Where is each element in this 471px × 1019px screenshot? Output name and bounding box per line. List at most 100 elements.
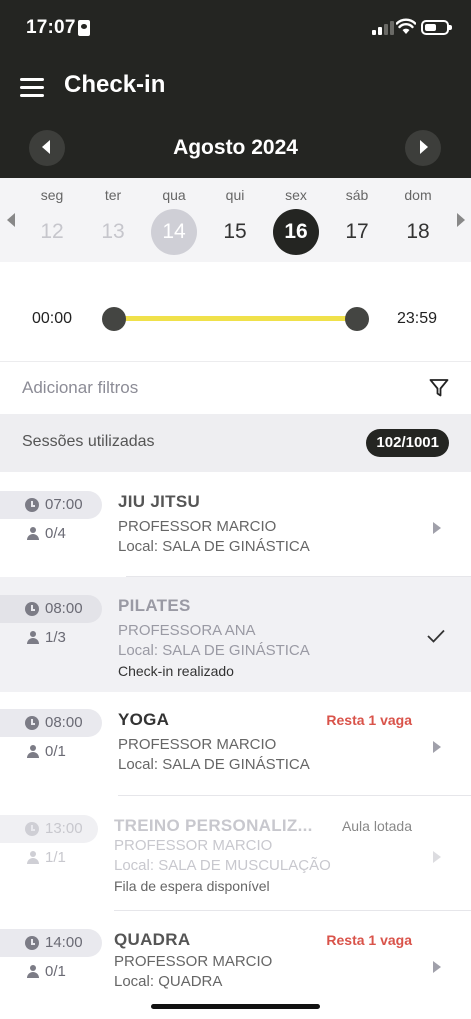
cellular-signal-icon <box>372 21 394 35</box>
class-time-pill: 13:00 <box>0 815 98 843</box>
day-wednesday[interactable]: qua 14 <box>144 178 204 262</box>
day-name: dom <box>404 187 432 203</box>
chevron-right-icon <box>433 522 441 534</box>
class-location: Local: SALA DE GINÁSTICA <box>118 538 310 555</box>
class-professor: PROFESSOR MARCIO <box>118 518 277 535</box>
range-end-label: 23:59 <box>396 310 437 327</box>
class-item-yoga[interactable]: 08:00 0/1 YOGA Resta 1 vaga PROFESSOR MA… <box>0 709 471 779</box>
class-name: PILATES <box>118 596 191 615</box>
class-time-pill: 08:00 <box>0 709 102 737</box>
capacity-value: 0/4 <box>45 525 66 542</box>
clock-icon <box>25 936 39 950</box>
divider <box>114 910 471 911</box>
divider <box>118 795 471 796</box>
hamburger-menu-icon[interactable] <box>20 76 46 98</box>
availability-tag: Resta 1 vaga <box>326 712 412 728</box>
class-time: 07:00 <box>45 496 83 513</box>
class-time-pill: 08:00 <box>0 595 102 623</box>
day-saturday[interactable]: sáb 17 <box>327 178 387 262</box>
day-monday[interactable]: seg 12 <box>22 178 82 262</box>
person-icon <box>27 851 39 864</box>
class-time-pill: 07:00 <box>0 491 102 519</box>
day-friday[interactable]: sex 16 <box>266 178 326 262</box>
class-time: 08:00 <box>45 714 83 731</box>
add-filters-row[interactable]: Adicionar filtros <box>0 362 471 414</box>
page-title: Check-in <box>64 71 166 98</box>
chevron-right-icon <box>433 741 441 753</box>
status-time: 17:07 <box>26 17 76 38</box>
class-location: Local: SALA DE MUSCULAÇÃO <box>114 857 331 874</box>
class-item-quadra[interactable]: 14:00 0/1 QUADRA Resta 1 vaga PROFESSOR … <box>0 929 471 999</box>
class-item-pilates[interactable]: 08:00 1/3 PILATES PROFESSORA ANA Local: … <box>0 595 471 685</box>
class-time: 13:00 <box>45 820 83 837</box>
person-icon <box>27 965 39 978</box>
clock-icon <box>25 822 39 836</box>
class-professor: PROFESSOR MARCIO <box>114 953 273 970</box>
app-header: 17:07 Check-in Agosto 2024 <box>0 0 471 178</box>
chevron-right-icon <box>433 851 441 863</box>
range-end-handle[interactable] <box>345 307 369 331</box>
class-full-tag: Aula lotada <box>341 818 412 834</box>
chevron-right-icon <box>433 961 441 973</box>
class-time-pill: 14:00 <box>0 929 102 957</box>
battery-icon <box>421 20 452 35</box>
time-range-filter: 00:00 23:59 <box>0 262 471 362</box>
person-icon <box>27 527 39 540</box>
class-item-jiu-jitsu[interactable]: 07:00 0/4 JIU JITSU PROFESSOR MARCIO Loc… <box>0 491 471 561</box>
filter-funnel-icon[interactable] <box>429 378 449 398</box>
range-start-label: 00:00 <box>32 310 73 327</box>
class-name: JIU JITSU <box>118 492 201 511</box>
capacity-value: 0/1 <box>45 963 66 980</box>
waitlist-status: Fila de espera disponível <box>114 878 270 894</box>
clock-icon <box>25 602 39 616</box>
home-indicator <box>151 1004 320 1009</box>
class-professor: PROFESSOR MARCIO <box>118 736 277 753</box>
person-icon <box>27 631 39 644</box>
class-location: Local: QUADRA <box>114 973 223 990</box>
sessions-used-badge: 102/1001 <box>366 429 449 457</box>
class-name: QUADRA <box>114 930 191 949</box>
range-start-handle[interactable] <box>102 307 126 331</box>
range-slider-track[interactable] <box>114 316 357 321</box>
day-sunday[interactable]: dom 18 <box>388 178 448 262</box>
sessions-used-label: Sessões utilizadas <box>22 433 155 450</box>
class-location: Local: SALA DE GINÁSTICA <box>118 756 310 773</box>
divider <box>126 576 471 577</box>
checkmark-icon <box>427 629 445 643</box>
capacity-value: 1/1 <box>45 849 66 866</box>
current-month-label: Agosto 2024 <box>173 136 298 159</box>
day-number: 16 <box>273 209 319 255</box>
day-number: 15 <box>223 220 247 243</box>
previous-week-icon[interactable] <box>7 213 15 227</box>
person-icon <box>27 745 39 758</box>
day-number: 18 <box>406 220 430 243</box>
class-professor: PROFESSOR MARCIO <box>114 837 273 854</box>
clock-icon <box>25 498 39 512</box>
chevron-right-icon <box>420 140 428 154</box>
day-number: 12 <box>40 220 64 243</box>
day-name: ter <box>104 187 122 203</box>
day-thursday[interactable]: qui 15 <box>205 178 265 262</box>
day-name: sex <box>285 187 307 203</box>
day-tuesday[interactable]: ter 13 <box>83 178 143 262</box>
class-professor: PROFESSORA ANA <box>118 622 256 639</box>
week-day-strip: seg 12 ter 13 qua 14 qui 15 sex 16 sáb 1… <box>0 178 471 262</box>
day-number: 13 <box>101 220 125 243</box>
next-week-icon[interactable] <box>457 213 465 227</box>
day-name: seg <box>40 187 64 203</box>
status-bar: 17:07 <box>0 0 471 56</box>
month-navigator: Agosto 2024 <box>0 128 471 168</box>
add-filters-label: Adicionar filtros <box>22 378 139 397</box>
day-name: qua <box>162 187 186 203</box>
capacity-value: 0/1 <box>45 743 66 760</box>
checkin-status: Check-in realizado <box>118 663 234 679</box>
day-number: 14 <box>151 209 197 255</box>
contact-card-icon <box>78 20 90 36</box>
capacity-value: 1/3 <box>45 629 66 646</box>
class-item-treino-personalizado[interactable]: 13:00 1/1 TREINO PERSONALIZ... Aula lota… <box>0 815 471 899</box>
next-month-button[interactable] <box>405 130 441 166</box>
sessions-used-bar: Sessões utilizadas 102/1001 <box>0 414 471 472</box>
class-time: 14:00 <box>45 934 83 951</box>
class-location: Local: SALA DE GINÁSTICA <box>118 642 310 659</box>
class-name: YOGA <box>118 710 170 729</box>
